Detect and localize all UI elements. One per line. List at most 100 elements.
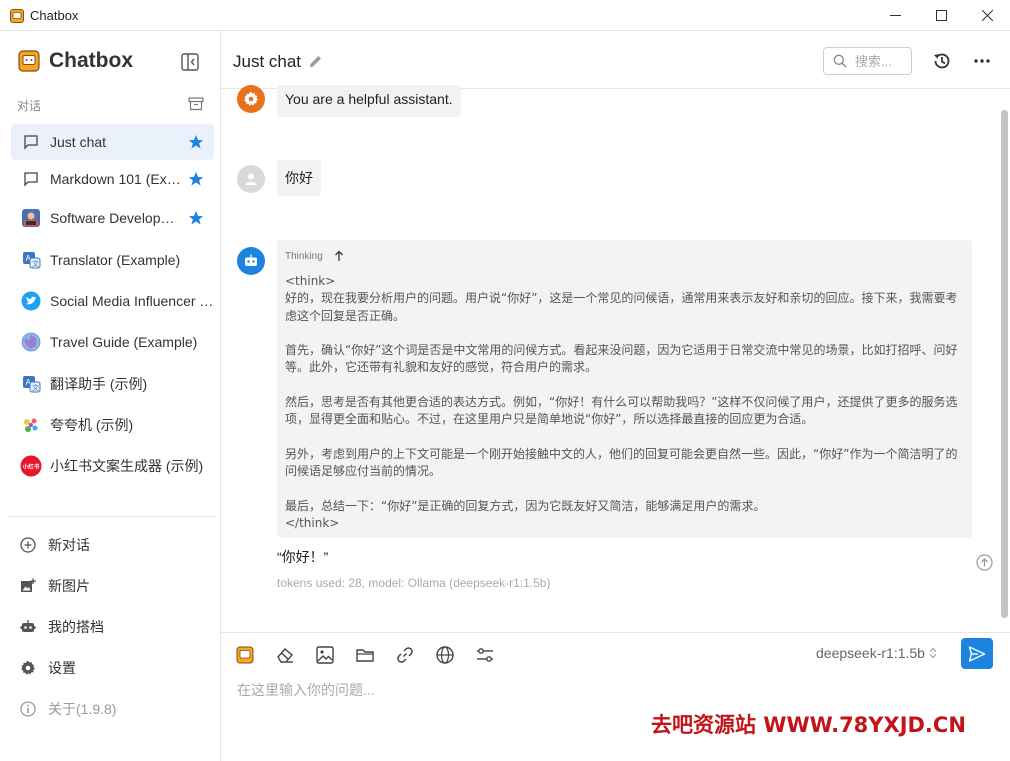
chat-bubble-icon: [20, 131, 42, 153]
attach-link-button[interactable]: [394, 644, 416, 666]
model-selector[interactable]: deepseek-r1:1.5b: [816, 645, 937, 661]
link-icon: [397, 647, 413, 663]
chat-settings-button[interactable]: [474, 644, 496, 666]
search-input[interactable]: [855, 53, 911, 69]
search-box[interactable]: [823, 47, 912, 75]
chat-bubble-icon: [20, 168, 42, 190]
thinking-line: 然后，思考是否有其他更合适的表达方式。例如，“你好！有什么可以帮助我吗？”这样不…: [285, 395, 958, 410]
assistant-reply: “你好！”: [277, 549, 329, 565]
chat-title: Just chat: [233, 52, 302, 71]
settings-button[interactable]: 设置: [19, 656, 76, 680]
input-bar: deepseek-r1:1.5b: [221, 632, 1010, 761]
thinking-content: <think> 好的，现在我要分析用户的问题。用户说“你好”，这是一个常见的问候…: [285, 273, 965, 532]
think-close-tag: </think>: [285, 516, 340, 531]
close-icon: [981, 10, 993, 21]
chevron-up-down-icon: [929, 647, 937, 659]
thinking-line: 问候语足够应付当前的情况。: [285, 464, 442, 479]
thinking-block: Thinking <think> 好的，现在我要分析用户的问题。用户说“你好”，…: [277, 240, 972, 538]
about-button[interactable]: 关于(1.9.8): [19, 697, 116, 721]
thinking-line: 虑这个回复是否正确。: [285, 308, 406, 323]
thinking-line: 好的，现在我要分析用户的问题。用户说“你好”，这是一个常见的问候语，通常用来表示…: [285, 291, 958, 306]
image-icon: [316, 646, 334, 664]
model-name: deepseek-r1:1.5b: [816, 645, 925, 661]
new-image-button[interactable]: 新图片: [19, 574, 90, 598]
chatbox-app-icon: [10, 9, 24, 23]
xiaohongshu-icon: 小红书: [20, 455, 42, 477]
svg-text:小红书: 小红书: [23, 463, 40, 471]
session-item-kuakuaji[interactable]: 夸夸机 (示例): [11, 407, 214, 443]
minimize-button[interactable]: [872, 0, 918, 31]
folder-icon: [356, 649, 374, 662]
star-icon[interactable]: [188, 171, 204, 187]
web-browsing-button[interactable]: [434, 644, 456, 666]
send-button[interactable]: [961, 638, 993, 669]
chatbox-assistant-button[interactable]: [234, 644, 256, 666]
session-item-social-media-influencer[interactable]: Social Media Influencer (Example): [11, 283, 214, 319]
search-icon: [833, 54, 847, 68]
minimize-icon: [889, 15, 901, 16]
more-options-icon[interactable]: [972, 51, 992, 71]
session-label: Social Media Influencer (Example): [50, 293, 214, 309]
session-label: Just chat: [50, 134, 107, 150]
session-item-translator[interactable]: A文 Translator (Example): [11, 242, 214, 278]
thinking-line: 首先，确认“你好”这个词是否是中文常用的问候方式。看起来没问题，因为它适用于日常…: [285, 343, 958, 358]
star-icon[interactable]: [188, 210, 204, 226]
session-item-xiaohongshu[interactable]: 小红书 小红书文案生成器 (示例): [11, 448, 214, 484]
thinking-line: 等。此外，它还带有礼貌和友好的感觉，符合用户的需求。: [285, 360, 598, 375]
maximize-icon: [935, 10, 947, 21]
history-icon[interactable]: [932, 51, 952, 71]
system-message: You are a helpful assistant.: [277, 85, 461, 117]
system-avatar: [237, 85, 265, 113]
about-label: 关于(1.9.8): [48, 701, 117, 717]
conversations-label: 对话: [17, 99, 42, 113]
arrow-up-circle-icon[interactable]: [976, 554, 993, 571]
assistant-avatar: [237, 247, 265, 275]
session-item-fanyi-zhushou[interactable]: A文 翻译助手 (示例): [11, 366, 214, 402]
translator-avatar-icon: A文: [20, 249, 42, 271]
clear-context-button[interactable]: [274, 644, 296, 666]
twitter-bird-icon: [20, 290, 42, 312]
attach-image-button[interactable]: [314, 644, 336, 666]
collapse-sidebar-icon[interactable]: [180, 52, 200, 72]
user-message: 你好: [277, 160, 321, 196]
my-partners-button[interactable]: 我的搭档: [19, 615, 104, 639]
brand: Chatbox: [18, 48, 133, 74]
chat-header: Just chat: [221, 31, 1010, 89]
my-partners-label: 我的搭档: [48, 619, 104, 635]
message-input[interactable]: [237, 678, 977, 702]
maximize-button[interactable]: [918, 0, 964, 31]
globe-avatar-icon: [20, 331, 42, 353]
window-titlebar: Chatbox: [0, 0, 1010, 31]
session-item-travel-guide[interactable]: Travel Guide (Example): [11, 324, 214, 360]
session-item-just-chat[interactable]: Just chat: [11, 124, 214, 160]
session-item-software-developer[interactable]: Software Developer (Example): [11, 200, 214, 236]
svg-text:文: 文: [32, 383, 39, 392]
person-icon: [245, 173, 257, 185]
gear-icon: [19, 659, 37, 677]
robot-icon: [19, 618, 37, 636]
session-item-markdown-101[interactable]: Markdown 101 (Example): [11, 161, 214, 197]
arrow-up-icon: [334, 250, 343, 261]
brand-name: Chatbox: [49, 49, 133, 72]
think-open-tag: <think>: [285, 274, 336, 288]
chatbox-logo-icon: [236, 646, 254, 664]
window-title: Chatbox: [30, 8, 79, 23]
messages-scrollbar[interactable]: [1001, 110, 1008, 618]
session-label: 翻译助手 (示例): [50, 376, 148, 392]
attach-file-button[interactable]: [354, 644, 376, 666]
edit-pencil-icon[interactable]: [309, 54, 323, 68]
settings-label: 设置: [48, 660, 76, 676]
chatbox-logo-icon: [18, 50, 40, 72]
thinking-toggle[interactable]: Thinking: [285, 250, 345, 262]
archive-icon[interactable]: [188, 97, 204, 111]
close-window-button[interactable]: [964, 0, 1010, 31]
translator-avatar-icon: A文: [20, 373, 42, 395]
session-label: Markdown 101 (Example): [50, 171, 182, 187]
star-icon[interactable]: [188, 134, 204, 150]
new-chat-button[interactable]: 新对话: [19, 533, 90, 557]
message-meta: tokens used: 28, model: Ollama (deepseek…: [277, 576, 551, 590]
info-icon: [19, 700, 37, 718]
plus-circle-icon: [19, 536, 37, 554]
thinking-line: 最后，总结一下：“你好”是正确的回复方式，因为它既友好又简洁，能够满足用户的需求…: [285, 498, 766, 513]
watermark-text: 去吧资源站 WWW.78YXJD.CN: [651, 713, 966, 737]
